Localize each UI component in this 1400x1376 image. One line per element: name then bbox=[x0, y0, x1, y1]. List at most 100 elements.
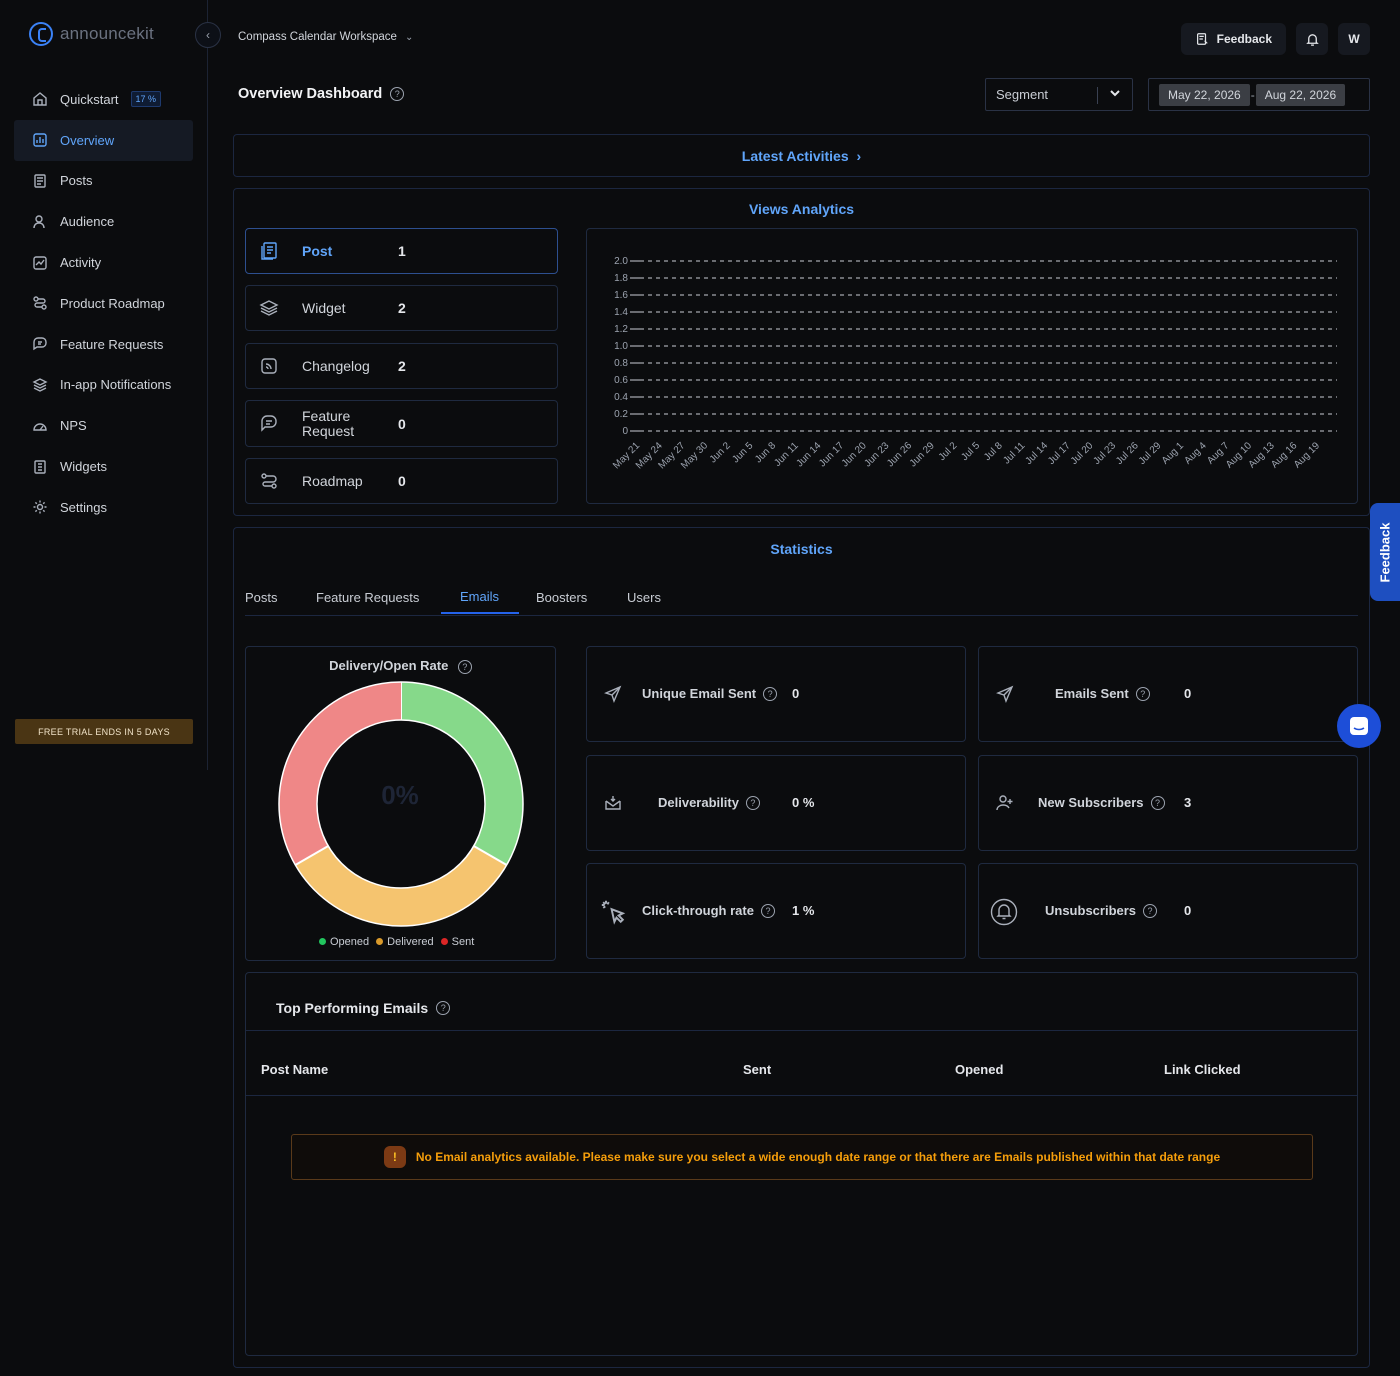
roadmap-icon bbox=[32, 295, 48, 311]
feedback-button[interactable]: Feedback bbox=[1180, 23, 1286, 55]
date-end[interactable]: Aug 22, 2026 bbox=[1255, 83, 1346, 106]
send-icon bbox=[995, 684, 1015, 704]
latest-activities-label: Latest Activities bbox=[741, 148, 849, 164]
x-tick-label: Jul 29 bbox=[1137, 440, 1164, 467]
alert-message: No Email analytics available. Please mak… bbox=[415, 1150, 1221, 1164]
legend-item-opened[interactable]: Opened bbox=[319, 936, 369, 948]
views-analytics-title: Views Analytics bbox=[748, 201, 855, 217]
help-icon[interactable]: ? bbox=[1150, 795, 1165, 810]
free-trial-banner[interactable]: FREE TRIAL ENDS IN 5 DAYS bbox=[15, 719, 193, 744]
activity-icon bbox=[32, 255, 48, 271]
help-icon[interactable]: ? bbox=[457, 660, 472, 674]
views-item-roadmap[interactable]: Roadmap 0 bbox=[245, 458, 558, 504]
sidebar-item-audience[interactable]: Audience bbox=[14, 201, 193, 242]
date-range-picker[interactable]: May 22, 2026 - Aug 22, 2026 bbox=[1148, 78, 1370, 111]
column-header-sent[interactable]: Sent bbox=[743, 1062, 771, 1077]
sidebar-item-in-app-notifications[interactable]: In-app Notifications bbox=[14, 365, 193, 406]
stat-value: 0 bbox=[1184, 686, 1192, 701]
help-icon[interactable]: ? bbox=[1143, 903, 1158, 918]
logo[interactable]: announcekit bbox=[29, 22, 154, 46]
posts-icon bbox=[32, 173, 48, 189]
tab-posts[interactable]: Posts bbox=[245, 590, 278, 605]
tab-emails[interactable]: Emails bbox=[460, 589, 499, 604]
x-tick-label: Jun 5 bbox=[730, 440, 755, 465]
help-icon[interactable]: ? bbox=[436, 1001, 451, 1015]
donut-title: Delivery/Open Rate ? bbox=[246, 658, 555, 674]
views-item-feature-request[interactable]: Feature Request 0 bbox=[245, 400, 558, 447]
feature-icon bbox=[32, 336, 48, 352]
latest-activities-link[interactable]: Latest Activities › bbox=[234, 148, 1369, 164]
user-avatar[interactable]: W bbox=[1338, 23, 1370, 55]
home-icon bbox=[32, 91, 48, 107]
latest-activities-panel[interactable]: Latest Activities › bbox=[233, 134, 1370, 177]
donut-legend: Opened Delivered Sent bbox=[319, 936, 474, 948]
tab-users[interactable]: Users bbox=[627, 590, 661, 605]
stat-unique-email-sent: Unique Email Sent? 0 bbox=[586, 646, 966, 742]
sidebar-item-quickstart[interactable]: Quickstart 17 % bbox=[14, 79, 193, 120]
views-item-widget[interactable]: Widget 2 bbox=[245, 285, 558, 331]
y-tick-label: 0.4 bbox=[614, 392, 628, 403]
sidebar-item-label: Feature Requests bbox=[60, 336, 164, 352]
column-header-link-clicked[interactable]: Link Clicked bbox=[1164, 1062, 1241, 1077]
sidebar-item-feature-requests[interactable]: Feature Requests bbox=[14, 324, 193, 365]
workspace-selector[interactable]: Compass Calendar Workspace ⌄ bbox=[238, 31, 413, 43]
quickstart-progress-badge: 17 % bbox=[130, 91, 162, 108]
collapse-sidebar-button[interactable]: ‹ bbox=[195, 22, 221, 48]
tab-feature-requests[interactable]: Feature Requests bbox=[316, 590, 419, 605]
x-tick-label: Jul 14 bbox=[1023, 440, 1050, 467]
legend-item-sent[interactable]: Sent bbox=[440, 936, 474, 948]
donut-slice-delivered[interactable] bbox=[295, 845, 507, 926]
sidebar-item-nps[interactable]: NPS bbox=[14, 405, 193, 446]
warning-icon: ! bbox=[383, 1146, 406, 1168]
stat-new-subscribers: New Subscribers? 3 bbox=[978, 755, 1358, 851]
x-tick-label: Jul 23 bbox=[1091, 440, 1118, 467]
chevron-down-icon: ⌄ bbox=[404, 31, 414, 43]
x-tick-label: Jun 2 bbox=[708, 440, 733, 465]
legend-item-delivered[interactable]: Delivered bbox=[376, 936, 434, 948]
sidebar-item-settings[interactable]: Settings bbox=[14, 487, 193, 528]
layers-icon bbox=[32, 377, 48, 393]
stat-value: 3 bbox=[1184, 795, 1192, 810]
segment-select[interactable]: Segment bbox=[985, 78, 1133, 111]
send-icon bbox=[603, 684, 623, 704]
chat-launcher-button[interactable] bbox=[1337, 704, 1381, 748]
y-tick-label: 0 bbox=[622, 426, 628, 437]
help-icon[interactable]: ? bbox=[390, 87, 405, 101]
date-start[interactable]: May 22, 2026 bbox=[1159, 83, 1250, 106]
cursor-click-icon bbox=[599, 898, 627, 926]
side-feedback-label: Feedback bbox=[1377, 522, 1393, 582]
sidebar-item-activity[interactable]: Activity bbox=[14, 242, 193, 283]
help-icon[interactable]: ? bbox=[1135, 686, 1150, 701]
help-icon[interactable]: ? bbox=[760, 903, 775, 918]
help-icon[interactable]: ? bbox=[763, 686, 778, 701]
page-title: Overview Dashboard ? bbox=[238, 86, 405, 102]
chevron-down-icon bbox=[1109, 87, 1121, 102]
donut-slice-opened[interactable] bbox=[400, 682, 523, 865]
side-feedback-tab[interactable]: Feedback bbox=[1370, 503, 1400, 601]
legend-label: Opened bbox=[330, 936, 370, 948]
x-tick-label: Jul 20 bbox=[1069, 440, 1096, 467]
top-emails-title: Top Performing Emails ? bbox=[276, 1000, 451, 1016]
column-header-opened[interactable]: Opened bbox=[955, 1062, 1003, 1077]
views-item-count: 2 bbox=[398, 358, 406, 374]
views-item-changelog[interactable]: Changelog 2 bbox=[245, 343, 558, 389]
tab-boosters[interactable]: Boosters bbox=[536, 590, 587, 605]
views-item-post[interactable]: Post 1 bbox=[245, 228, 558, 274]
views-chart-card: 2.0 1.8 1.6 1.4 1.2 1.0 0.8 0.6 0.4 0.2 0 May 21 May… bbox=[586, 228, 1358, 504]
sidebar-item-posts[interactable]: Posts bbox=[14, 161, 193, 202]
notifications-button[interactable] bbox=[1296, 23, 1328, 55]
divider bbox=[246, 1095, 1357, 1096]
sidebar-item-widgets[interactable]: Widgets bbox=[14, 446, 193, 487]
column-header-post-name[interactable]: Post Name bbox=[261, 1062, 328, 1077]
donut-slice-sent[interactable] bbox=[279, 682, 402, 865]
stat-value: 0 bbox=[1184, 903, 1192, 918]
chart-icon bbox=[32, 132, 48, 148]
x-tick-label: Jun 29 bbox=[908, 440, 937, 469]
help-icon[interactable]: ? bbox=[745, 795, 760, 810]
sidebar-item-product-roadmap[interactable]: Product Roadmap bbox=[14, 283, 193, 324]
sidebar-item-overview[interactable]: Overview bbox=[14, 119, 193, 161]
stat-value: 0 bbox=[792, 686, 800, 701]
y-tick-label: 0.2 bbox=[614, 409, 628, 420]
stat-label: Unique Email Sent bbox=[642, 686, 757, 701]
bell-icon bbox=[990, 898, 1018, 926]
